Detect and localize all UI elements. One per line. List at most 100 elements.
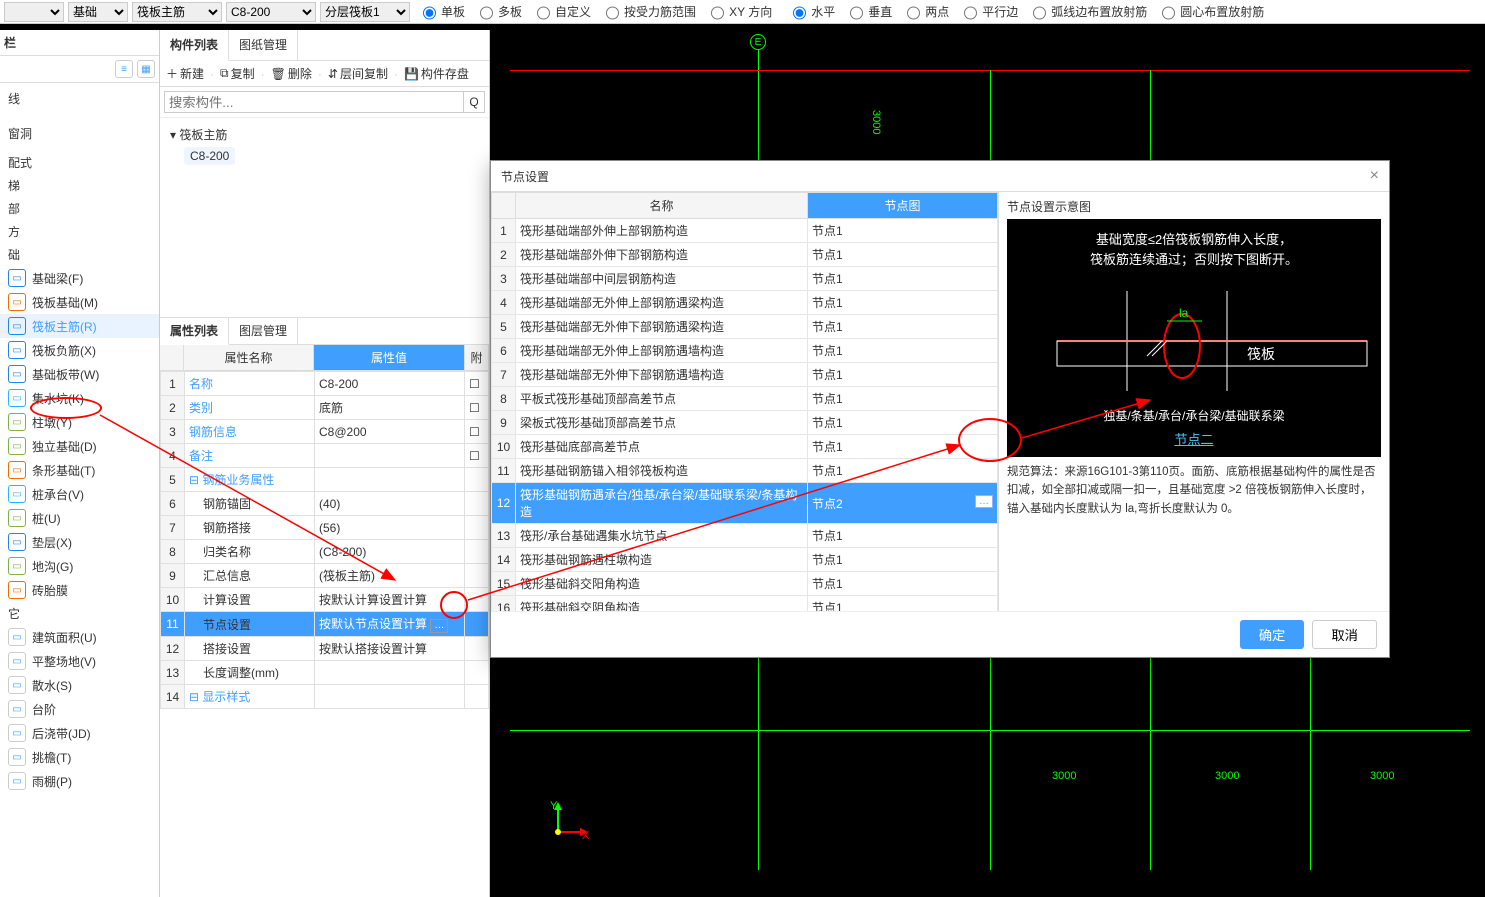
mid-btn-1[interactable]: ⧉ 复制 (220, 65, 255, 82)
tree-leaf[interactable]: C8-200 (184, 147, 235, 165)
left-item[interactable]: ▭条形基础(T) (0, 458, 159, 482)
sel-5[interactable]: 分层筏板1 (320, 2, 410, 22)
left-item[interactable]: ▭基础梁(F) (0, 266, 159, 290)
search-clear-icon[interactable]: Q (463, 91, 485, 113)
radio-平行边[interactable]: 平行边 (959, 0, 1018, 23)
node-row[interactable]: 11筏形基础钢筋锚入相邻筏板构造节点1 (492, 459, 998, 483)
node-row[interactable]: 16筏形基础斜交阴角构造节点1 (492, 596, 998, 612)
props-row[interactable]: 3钢筋信息C8@200☐ (161, 420, 489, 444)
left-item[interactable]: ▭台阶 (0, 697, 159, 721)
radio-多板[interactable]: 多板 (475, 0, 522, 23)
props-row[interactable]: 14⊟ 显示样式 (161, 685, 489, 709)
left-item[interactable]: ▭筏板负筋(X) (0, 338, 159, 362)
node-row[interactable]: 3筏形基础端部中间层钢筋构造节点1 (492, 267, 998, 291)
node-row[interactable]: 7筏形基础端部无外伸下部钢筋遇墙构造节点1 (492, 363, 998, 387)
props-row[interactable]: 8归类名称(C8-200) (161, 540, 489, 564)
tree-stub[interactable]: 线 (0, 87, 159, 110)
props-row[interactable]: 2类别底筋☐ (161, 396, 489, 420)
props-row[interactable]: 5⊟ 钢筋业务属性 (161, 468, 489, 492)
props-row[interactable]: 6钢筋锚固(40) (161, 492, 489, 516)
node-row[interactable]: 10筏形基础底部高差节点节点1 (492, 435, 998, 459)
node-row[interactable]: 6筏形基础端部无外伸上部钢筋遇墙构造节点1 (492, 339, 998, 363)
tab-props[interactable]: 属性列表 (160, 318, 229, 345)
tree-stub[interactable]: 梯 (0, 174, 159, 197)
left-item[interactable]: ▭基础板带(W) (0, 362, 159, 386)
tree-stub[interactable]: 方 (0, 220, 159, 243)
left-item[interactable]: ▭挑檐(T) (0, 745, 159, 769)
left-item[interactable]: ▭砖胎膜 (0, 578, 159, 602)
cad-dim-3000c: 3000 (1215, 770, 1239, 782)
props-row[interactable]: 1名称C8-200☐ (161, 372, 489, 396)
tree-stub[interactable]: 部 (0, 197, 159, 220)
sel-3[interactable]: 筏板主筋 (132, 2, 222, 22)
left-item[interactable]: ▭雨棚(P) (0, 769, 159, 793)
diagram-caption: 节点设置示意图 (1007, 198, 1381, 215)
tree-root[interactable]: ▾ 筏板主筋 (170, 124, 479, 145)
node-row[interactable]: 2筏形基础端部外伸下部钢筋构造节点1 (492, 243, 998, 267)
radio-XY 方向[interactable]: XY 方向 (706, 0, 772, 23)
mid-btn-3[interactable]: ⇵ 层间复制 (328, 65, 388, 82)
tab-drawing-mgmt[interactable]: 图纸管理 (229, 30, 298, 60)
category-icon: ▭ (8, 389, 26, 407)
radio-垂直[interactable]: 垂直 (845, 0, 892, 23)
sel-1[interactable] (4, 2, 64, 22)
radio-弧线边布置放射筋[interactable]: 弧线边布置放射筋 (1028, 0, 1147, 23)
left-item[interactable]: ▭集水坑(K) (0, 386, 159, 410)
left-item[interactable]: ▭筏板主筋(R) (0, 314, 159, 338)
node-row[interactable]: 5筏形基础端部无外伸下部钢筋遇梁构造节点1 (492, 315, 998, 339)
cancel-button[interactable]: 取消 (1312, 620, 1377, 649)
props-row[interactable]: 13长度调整(mm) (161, 661, 489, 685)
radio-水平[interactable]: 水平 (788, 0, 835, 23)
radio-圆心布置放射筋[interactable]: 圆心布置放射筋 (1157, 0, 1264, 23)
node-row[interactable]: 9梁板式筏形基础顶部高差节点节点1 (492, 411, 998, 435)
node-row[interactable]: 15筏形基础斜交阳角构造节点1 (492, 572, 998, 596)
tab-component-list[interactable]: 构件列表 (160, 30, 229, 61)
node-row[interactable]: 12筏形基础钢筋遇承台/独基/承台梁/基础联系梁/条基构造节点2… (492, 483, 998, 524)
props-row[interactable]: 10计算设置按默认计算设置计算 (161, 588, 489, 612)
left-item[interactable]: ▭建筑面积(U) (0, 625, 159, 649)
mid-btn-0[interactable]: ＋ 新建 (166, 65, 204, 82)
mid-btn-4[interactable]: 💾 构件存盘 (404, 65, 469, 82)
left-item[interactable]: ▭筏板基础(M) (0, 290, 159, 314)
node-row[interactable]: 8平板式筏形基础顶部高差节点节点1 (492, 387, 998, 411)
props-row[interactable]: 4备注☐ (161, 444, 489, 468)
view-list-icon[interactable]: ≡ (115, 60, 133, 78)
node-row[interactable]: 4筏形基础端部无外伸上部钢筋遇梁构造节点1 (492, 291, 998, 315)
node-row[interactable]: 14筏形基础钢筋遇柱墩构造节点1 (492, 548, 998, 572)
close-icon[interactable]: × (1370, 167, 1379, 185)
ok-button[interactable]: 确定 (1240, 620, 1305, 649)
props-row[interactable]: 11节点设置按默认节点设置计算 … (161, 612, 489, 637)
mid-btn-2[interactable]: 🗑 删除 (271, 65, 312, 82)
left-item[interactable]: ▭柱墩(Y) (0, 410, 159, 434)
left-item[interactable]: ▭垫层(X) (0, 530, 159, 554)
sel-2[interactable]: 基础 (68, 2, 128, 22)
search-input[interactable] (164, 91, 464, 113)
left-item[interactable]: ▭桩承台(V) (0, 482, 159, 506)
node-link[interactable]: 节点二 (1007, 429, 1381, 448)
left-item[interactable]: ▭地沟(G) (0, 554, 159, 578)
tree-stub[interactable]: 配式 (0, 151, 159, 174)
props-row[interactable]: 7钢筋搭接(56) (161, 516, 489, 540)
node-row[interactable]: 1筏形基础端部外伸上部钢筋构造节点1 (492, 219, 998, 243)
radio-两点[interactable]: 两点 (902, 0, 949, 23)
left-item[interactable]: ▭后浇带(JD) (0, 721, 159, 745)
toolbar-icon: ⧉ (220, 66, 229, 81)
node-row[interactable]: 13筏形/承台基础遇集水坑节点节点1 (492, 524, 998, 548)
left-item[interactable]: ▭平整场地(V) (0, 649, 159, 673)
tab-layers[interactable]: 图层管理 (229, 318, 298, 344)
left-item[interactable]: ▭散水(S) (0, 673, 159, 697)
sel-4[interactable]: C8-200 (226, 2, 316, 22)
view-grid-icon[interactable]: ▦ (137, 60, 155, 78)
radio-按受力筋范围[interactable]: 按受力筋范围 (601, 0, 696, 23)
radio-自定义[interactable]: 自定义 (532, 0, 591, 23)
ellipsis-button[interactable]: … (975, 495, 993, 508)
tree-stub[interactable]: 窗洞 (0, 122, 159, 145)
left-item[interactable]: ▭桩(U) (0, 506, 159, 530)
props-row[interactable]: 9汇总信息(筏板主筋) (161, 564, 489, 588)
props-row[interactable]: 12搭接设置按默认搭接设置计算 (161, 637, 489, 661)
tree-stub[interactable]: 础 (0, 243, 159, 266)
left-item[interactable]: ▭独立基础(D) (0, 434, 159, 458)
dialog-title: 节点设置 (501, 168, 549, 185)
radio-单板[interactable]: 单板 (418, 0, 465, 23)
ellipsis-button[interactable]: … (430, 619, 448, 633)
